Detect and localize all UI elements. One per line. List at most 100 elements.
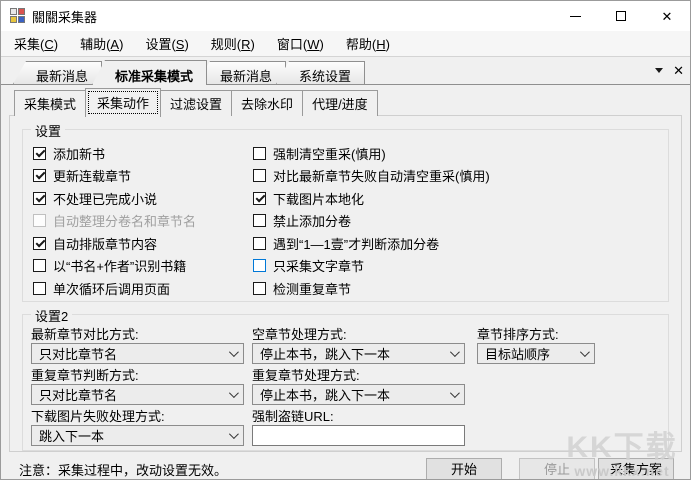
maximize-button[interactable] [598, 1, 644, 31]
checkbox-label: 检测重复章节 [273, 281, 352, 297]
checkbox[interactable] [33, 169, 46, 182]
url-input[interactable] [252, 425, 465, 446]
checkbox[interactable] [253, 169, 266, 182]
checkbox-label: 禁止添加分卷 [273, 214, 352, 229]
menu-item[interactable]: 窗口(W) [266, 31, 335, 56]
dropdown[interactable]: 只对比章节名 [31, 384, 244, 405]
menu-item[interactable]: 帮助(H) [335, 31, 401, 56]
footer-button[interactable]: 开始 [426, 457, 502, 479]
chevron-down-icon [579, 347, 590, 358]
checkbox[interactable] [253, 259, 266, 272]
footer-note: 注意：采集过程中，改动设置无效。 [19, 463, 228, 478]
checkbox[interactable] [253, 191, 266, 205]
chevron-down-icon [449, 347, 460, 358]
menu-item[interactable]: 规则(R) [200, 31, 266, 56]
sub-tab[interactable]: 过滤设置 [160, 90, 233, 116]
dropdown[interactable]: 跳入下一本 [31, 425, 244, 446]
setting-field: 重复章节判断方式: 只对比章节名 [31, 368, 244, 405]
setting-field: 章节排序方式: 目标站顺序 [477, 327, 595, 364]
checkbox-row[interactable]: 只采集文字章节 [251, 255, 660, 277]
checkbox[interactable] [33, 214, 46, 227]
sub-tab[interactable]: 采集模式 [14, 90, 87, 116]
setting-field: 重复章节处理方式: 停止本书，跳入下一本 [252, 368, 465, 405]
chevron-down-icon [228, 429, 239, 440]
footer-button[interactable]: 停止 [519, 457, 595, 479]
dropdown[interactable]: 目标站顺序 [477, 343, 595, 364]
titlebar: 關關采集器 ✕ [1, 1, 690, 31]
checkbox-row[interactable]: 下载图片本地化 [251, 187, 660, 209]
field-label: 强制盗链URL: [252, 409, 334, 424]
settings-left-column: 添加新书 更新连载章节 不处理已完成小说 自动整理分卷名和章节名 自动排版章节内… [31, 142, 251, 300]
setting-field: 下载图片失败处理方式: 跳入下一本 [31, 409, 244, 446]
checkbox-row[interactable]: 自动排版章节内容 [31, 232, 251, 254]
footer-button-label: 停止 [543, 461, 570, 477]
checkbox[interactable] [33, 146, 46, 160]
menu-item[interactable]: 采集(C) [3, 31, 69, 56]
checkbox[interactable] [33, 281, 46, 295]
dropdown[interactable]: 停止本书，跳入下一本 [252, 343, 465, 364]
checkbox-row[interactable]: 单次循环后调用页面 [31, 277, 251, 299]
checkbox-row[interactable]: 对比最新章节失败自动清空重采(慎用) [251, 165, 660, 187]
close-button[interactable]: ✕ [644, 1, 690, 31]
document-tab[interactable]: 标准采集模式 [92, 60, 208, 85]
close-icon: ✕ [661, 8, 673, 24]
field-label: 重复章节判断方式: [31, 368, 139, 383]
setting-field: 强制盗链URL: [252, 409, 465, 446]
checkbox-row[interactable]: 以“书名+作者”识别书籍 [31, 255, 251, 277]
minimize-button[interactable] [552, 1, 598, 31]
menu-item[interactable]: 辅助(A) [69, 31, 134, 56]
document-tab[interactable]: 最新消息 [13, 61, 103, 84]
checkbox-row[interactable]: 遇到“1—1壹”才判断添加分卷 [251, 232, 660, 254]
chevron-down-icon [449, 388, 460, 399]
menu-item-label: 帮助(H) [345, 37, 390, 52]
sub-tab-label: 过滤设置 [170, 97, 223, 112]
chevron-down-icon [228, 388, 239, 399]
checkbox-row[interactable]: 强制清空重采(慎用) [251, 142, 660, 164]
main-content: 采集模式 采集动作 过滤设置 去除水印 代理/进度 设置 添加新书 更新连载章节… [1, 85, 690, 479]
footer-button[interactable]: 采集方案 [598, 457, 674, 479]
checkbox[interactable] [253, 281, 266, 295]
collect-action-tabpage: 设置 添加新书 更新连载章节 不处理已完成小说 自动整理分卷名和章节名 自动排版… [9, 115, 682, 452]
document-tab[interactable]: 系统设置 [276, 61, 366, 84]
menu-item-label: 辅助(A) [80, 37, 124, 52]
checkbox-label: 不处理已完成小说 [53, 191, 158, 207]
document-tab-strip: 最新消息 标准采集模式 最新消息 系统设置 ✕ [1, 57, 690, 85]
checkbox[interactable] [253, 236, 266, 250]
checkbox-row[interactable]: 检测重复章节 [251, 277, 660, 299]
dropdown-value: 只对比章节名 [39, 347, 118, 362]
checkbox[interactable] [33, 236, 46, 250]
dropdown-value: 只对比章节名 [39, 388, 118, 403]
sub-tab[interactable]: 代理/进度 [302, 90, 378, 116]
document-tab-label: 最新消息 [220, 69, 273, 84]
sub-tab[interactable]: 采集动作 [85, 88, 162, 117]
sub-tab-strip: 采集模式 采集动作 过滤设置 去除水印 代理/进度 [9, 88, 682, 117]
checkbox-row[interactable]: 添加新书 [31, 142, 251, 164]
checkbox-label: 遇到“1—1壹”才判断添加分卷 [273, 236, 440, 252]
checkbox[interactable] [33, 191, 46, 205]
dropdown[interactable]: 停止本书，跳入下一本 [252, 384, 465, 405]
checkbox[interactable] [253, 214, 266, 227]
checkbox[interactable] [33, 259, 46, 272]
checkbox-row[interactable]: 更新连载章节 [31, 165, 251, 187]
sub-tab[interactable]: 去除水印 [231, 90, 304, 116]
checkbox[interactable] [253, 146, 266, 160]
settings2-row-1: 最新章节对比方式: 只对比章节名 空章节处理方式: 停止本书，跳入下一本 章节排… [31, 327, 660, 364]
menu-item[interactable]: 设置(S) [134, 31, 199, 56]
checkbox-row[interactable]: 自动整理分卷名和章节名 [31, 210, 251, 232]
tab-list-dropdown-icon[interactable] [655, 68, 664, 73]
menu-item-label: 设置(S) [145, 37, 189, 52]
settings2-groupbox-title: 设置2 [31, 306, 73, 325]
field-label: 最新章节对比方式: [31, 327, 139, 342]
dropdown[interactable]: 只对比章节名 [31, 343, 244, 364]
footer-buttons: 开始 停止 采集方案 [426, 457, 674, 479]
tab-close-icon[interactable]: ✕ [673, 64, 684, 77]
checkbox-label: 单次循环后调用页面 [53, 281, 171, 297]
sub-tab-label: 代理/进度 [312, 97, 368, 112]
menu-item-label: 采集(C) [14, 37, 59, 52]
checkbox-row[interactable]: 禁止添加分卷 [251, 210, 660, 232]
checkbox-row[interactable]: 不处理已完成小说 [31, 187, 251, 209]
field-label: 章节排序方式: [477, 327, 559, 342]
document-tab[interactable]: 最新消息 [197, 61, 287, 84]
document-tab-label: 系统设置 [299, 69, 352, 84]
document-tab-label: 最新消息 [36, 69, 89, 84]
